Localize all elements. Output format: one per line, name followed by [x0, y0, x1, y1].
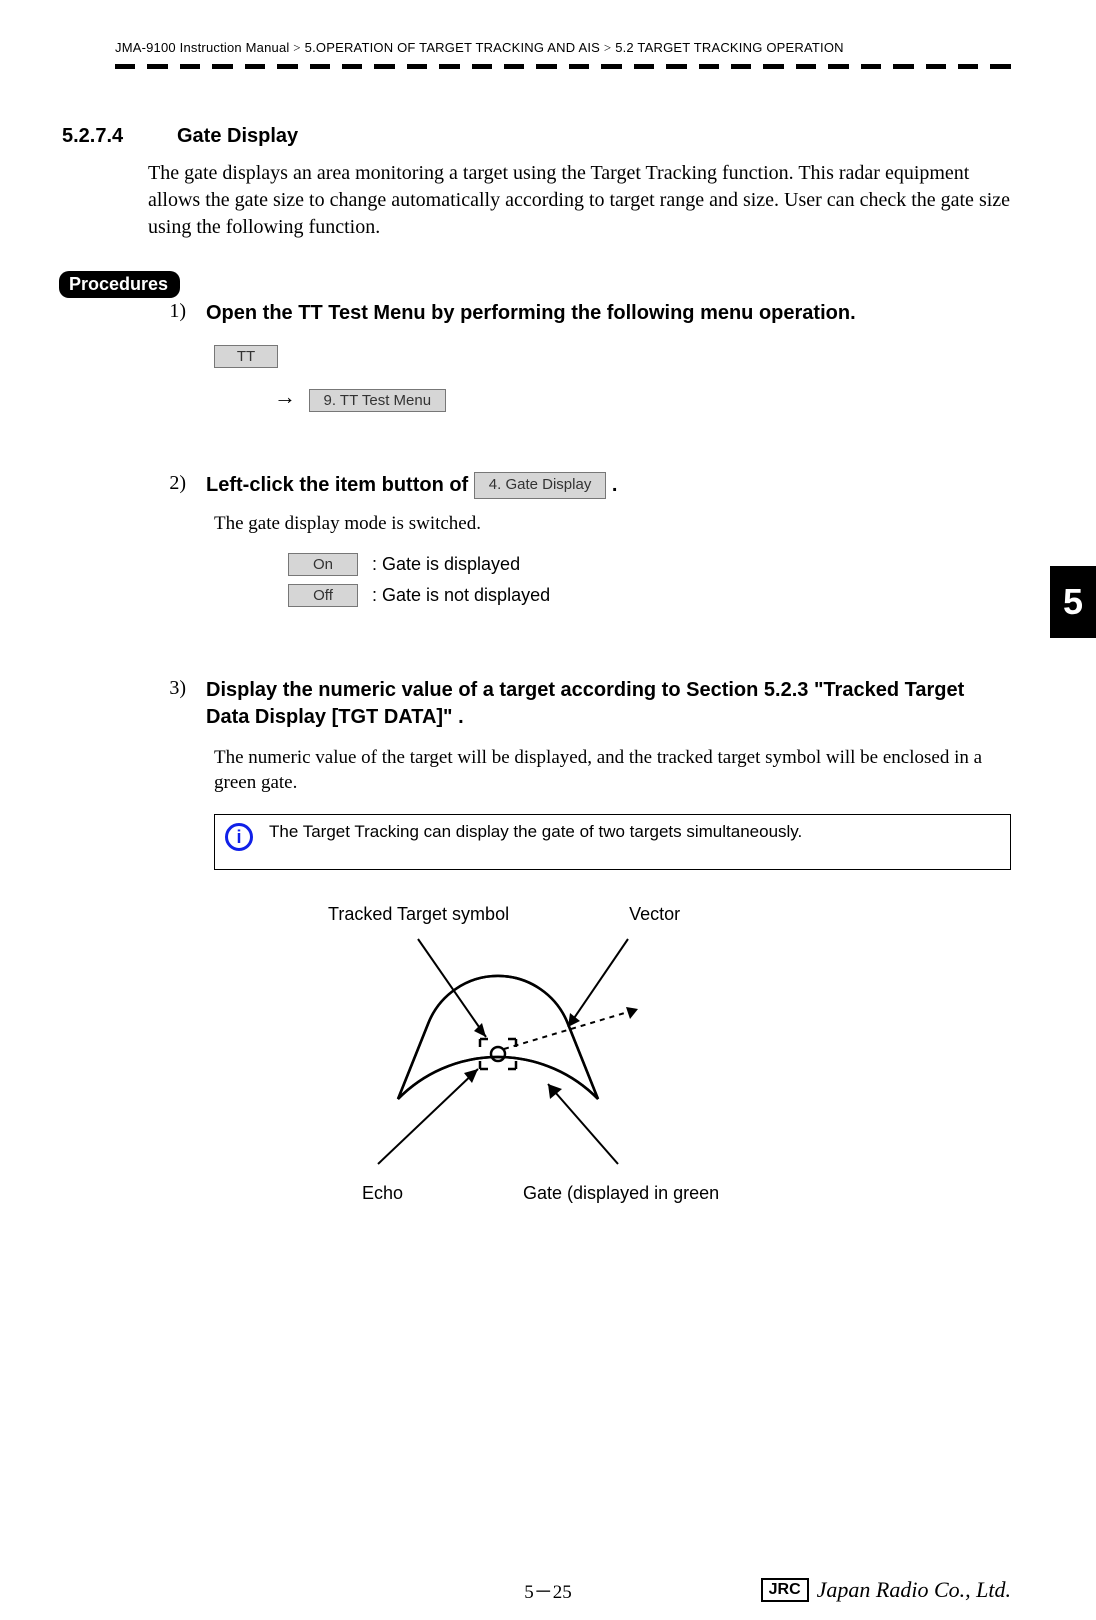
tt-test-menu-button[interactable]: 9. TT Test Menu [309, 389, 447, 412]
info-box: i The Target Tracking can display the ga… [214, 814, 1011, 870]
breadcrumb-sep: > [604, 40, 612, 55]
step-number: 3) [148, 677, 186, 731]
label-echo: Echo [362, 1183, 403, 1204]
step-number: 2) [148, 472, 186, 499]
step-3-sub: The numeric value of the target will be … [214, 745, 1011, 796]
intro-paragraph: The gate displays an area monitoring a t… [148, 160, 1011, 241]
label-gate: Gate (displayed in green [523, 1183, 719, 1204]
options-table: On : Gate is displayed Off : Gate is not… [288, 553, 1011, 607]
chapter-tab: 5 [1050, 566, 1096, 638]
step-text-b: . [612, 474, 618, 496]
off-button[interactable]: Off [288, 584, 358, 607]
breadcrumb-manual: JMA-9100 Instruction Manual [115, 40, 289, 55]
info-text: The Target Tracking can display the gate… [269, 821, 1000, 844]
info-icon: i [225, 823, 253, 851]
diagram-svg [268, 929, 728, 1179]
label-vector: Vector [629, 904, 680, 925]
breadcrumb-sep: > [293, 40, 301, 55]
section-number: 5.2.7.4 [59, 125, 147, 148]
step-text: Left-click the item button of 4. Gate Di… [206, 472, 1011, 499]
breadcrumb: JMA-9100 Instruction Manual > 5.OPERATIO… [115, 40, 1011, 56]
step-1: 1) Open the TT Test Menu by performing t… [148, 300, 1011, 327]
gate-display-button[interactable]: 4. Gate Display [474, 472, 607, 498]
label-tracked-target: Tracked Target symbol [328, 904, 509, 925]
step-text: Display the numeric value of a target ac… [206, 677, 1011, 731]
option-off-row: Off : Gate is not displayed [288, 584, 1011, 607]
company-name: Japan Radio Co., Ltd. [817, 1577, 1011, 1603]
procedures-badge: Procedures [59, 271, 180, 298]
tt-button[interactable]: TT [214, 345, 278, 368]
menu-path: TT → 9. TT Test Menu [214, 345, 1011, 412]
step-2: 2) Left-click the item button of 4. Gate… [148, 472, 1011, 499]
on-button[interactable]: On [288, 553, 358, 576]
gate-diagram: Tracked Target symbol Vector [268, 904, 1011, 1204]
divider [115, 64, 1011, 69]
on-desc: : Gate is displayed [372, 554, 520, 575]
breadcrumb-chapter: 5.OPERATION OF TARGET TRACKING AND AIS [305, 40, 600, 55]
page-number: 5－25 [524, 1577, 572, 1604]
company-brand: JRC Japan Radio Co., Ltd. [761, 1577, 1011, 1603]
off-desc: : Gate is not displayed [372, 585, 550, 606]
step-text: Open the TT Test Menu by performing the … [206, 300, 1011, 327]
breadcrumb-section: 5.2 TARGET TRACKING OPERATION [615, 40, 844, 55]
step-3: 3) Display the numeric value of a target… [148, 677, 1011, 731]
step-text-a: Left-click the item button of [206, 474, 474, 496]
section-title: Gate Display [177, 125, 298, 148]
jrc-logo: JRC [761, 1578, 809, 1602]
step-2-sub: The gate display mode is switched. [214, 513, 1011, 535]
step-number: 1) [148, 300, 186, 327]
option-on-row: On : Gate is displayed [288, 553, 1011, 576]
arrow-icon: → [266, 384, 304, 409]
